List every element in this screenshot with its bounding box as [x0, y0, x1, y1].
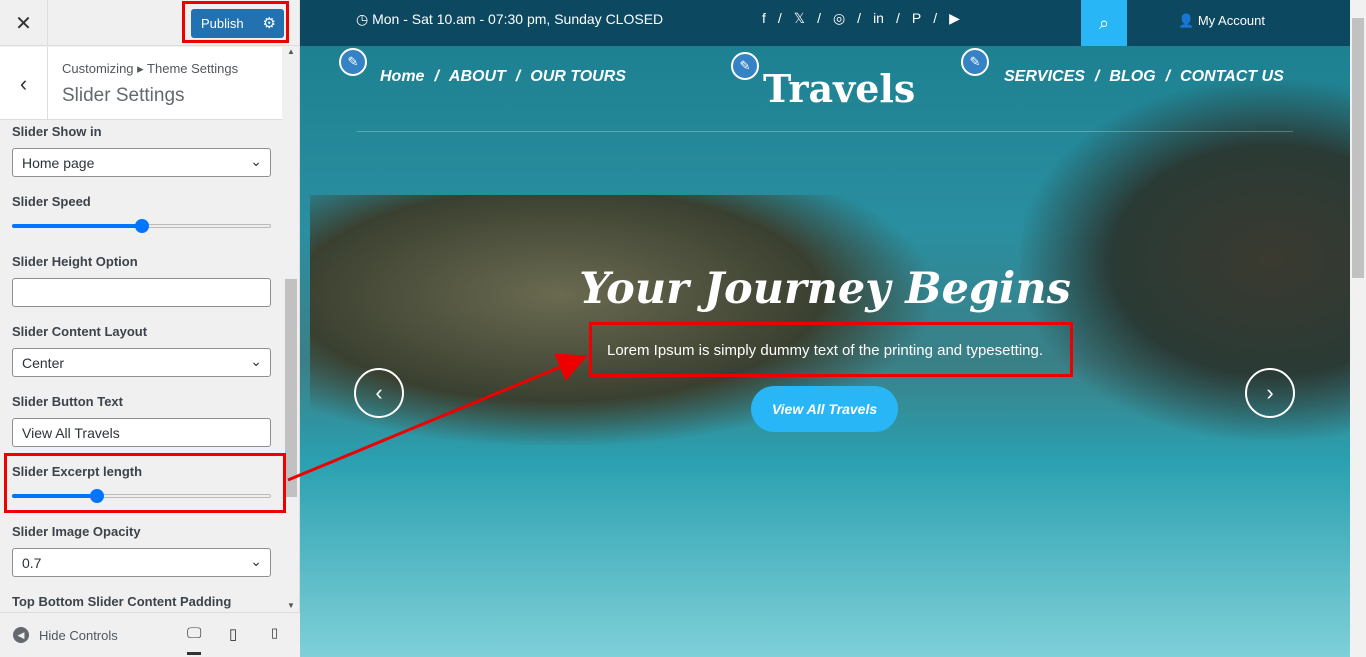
- annotation-arrow: [287, 353, 588, 482]
